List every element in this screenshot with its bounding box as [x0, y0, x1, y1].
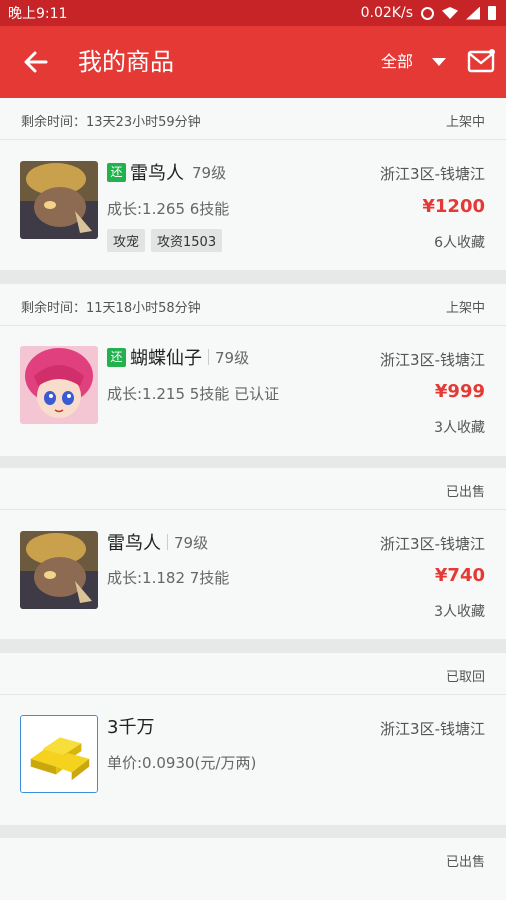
product-name-row: 还 雷鸟人 79级 — [107, 161, 227, 184]
mail-icon[interactable] — [467, 48, 495, 74]
card-header: 剩余时间：11天18小时58分钟 上架中 — [0, 284, 506, 326]
product-card[interactable]: 剩余时间：13天23小时59分钟 上架中 还 雷鸟人 79级 浙江3区-钱塘江 … — [0, 98, 506, 270]
product-level: 79级 — [174, 533, 209, 552]
listing-status: 上架中 — [445, 115, 485, 130]
back-arrow-icon[interactable] — [22, 48, 50, 76]
favorite-count: 6人收藏 — [434, 235, 485, 251]
product-level: 79级 — [215, 348, 250, 367]
product-name-row: 还 蝴蝶仙子 79级 — [107, 346, 250, 369]
listing-status: 已取回 — [445, 670, 485, 685]
product-name-row: 3千万 — [107, 715, 155, 738]
wifi-icon — [442, 7, 458, 19]
thunder-bird-pet-image — [20, 161, 98, 239]
product-level: 79级 — [192, 163, 227, 182]
product-name-row: 雷鸟人 79级 — [107, 531, 209, 554]
product-price: ¥999 — [434, 381, 485, 402]
server-region: 浙江3区-钱塘江 — [380, 535, 485, 553]
alarm-icon — [421, 6, 434, 20]
server-region: 浙江3区-钱塘江 — [380, 720, 485, 738]
product-detail: 成长:1.182 7技能 — [107, 569, 230, 587]
card-header: 已出售 — [0, 838, 506, 880]
card-header: 已取回 — [0, 653, 506, 695]
signal-icon — [466, 6, 480, 20]
tag-chip: 攻资1503 — [151, 229, 223, 252]
server-region: 浙江3区-钱塘江 — [380, 351, 485, 369]
return-badge: 还 — [107, 347, 126, 367]
tag-list: 攻宠 攻资1503 — [107, 229, 223, 252]
product-card[interactable]: 剩余时间：11天18小时58分钟 上架中 还 蝴蝶仙子 79级 浙江3区-钱塘江… — [0, 284, 506, 456]
network-speed: 0.02K/s — [360, 5, 413, 21]
app-bar: 我的商品 全部 — [0, 26, 506, 98]
product-card[interactable]: 已出售 雷鸟人 79级 浙江3区-钱塘江 成长:1.182 7技能 ¥740 3… — [0, 468, 506, 639]
product-card[interactable]: 已出售 — [0, 838, 506, 900]
filter-select[interactable]: 全部 — [381, 26, 413, 98]
listing-status: 已出售 — [445, 485, 485, 500]
gold-bars-image — [20, 715, 98, 793]
page-title: 我的商品 — [78, 48, 174, 76]
remaining-time: 剩余时间：13天23小时59分钟 — [21, 115, 201, 130]
product-price: ¥740 — [434, 565, 485, 586]
butterfly-fairy-pet-image — [20, 346, 98, 424]
divider — [208, 349, 209, 365]
product-card[interactable]: 已取回 3千万 浙江3区-钱塘江 单价:0.0930(元/万两) — [0, 653, 506, 825]
status-icons: 0.02K/s — [361, 5, 496, 21]
tag-chip: 攻宠 — [107, 229, 146, 252]
thunder-bird-pet-image — [20, 531, 98, 609]
clock: 晚上9:11 — [8, 6, 68, 22]
server-region: 浙江3区-钱塘江 — [380, 165, 485, 183]
listing-status: 已出售 — [445, 855, 485, 870]
listing-status: 上架中 — [445, 301, 485, 316]
card-header: 已出售 — [0, 468, 506, 510]
product-name: 3千万 — [107, 717, 155, 738]
battery-icon — [488, 6, 496, 20]
favorite-count: 3人收藏 — [434, 604, 485, 620]
product-price: ¥1200 — [422, 196, 485, 217]
favorite-count: 3人收藏 — [434, 420, 485, 436]
remaining-time: 剩余时间：11天18小时58分钟 — [21, 301, 201, 316]
chevron-down-icon[interactable] — [432, 58, 446, 66]
card-header: 剩余时间：13天23小时59分钟 上架中 — [0, 98, 506, 140]
divider — [167, 534, 168, 550]
product-detail: 成长:1.215 5技能 已认证 — [107, 385, 280, 403]
product-name: 雷鸟人 — [130, 163, 184, 184]
product-name: 雷鸟人 — [107, 533, 161, 554]
product-detail: 单价:0.0930(元/万两) — [107, 754, 257, 772]
return-badge: 还 — [107, 162, 126, 182]
status-bar: 晚上9:11 0.02K/s — [0, 0, 506, 26]
product-name: 蝴蝶仙子 — [130, 348, 202, 369]
product-detail: 成长:1.265 6技能 — [107, 200, 230, 218]
